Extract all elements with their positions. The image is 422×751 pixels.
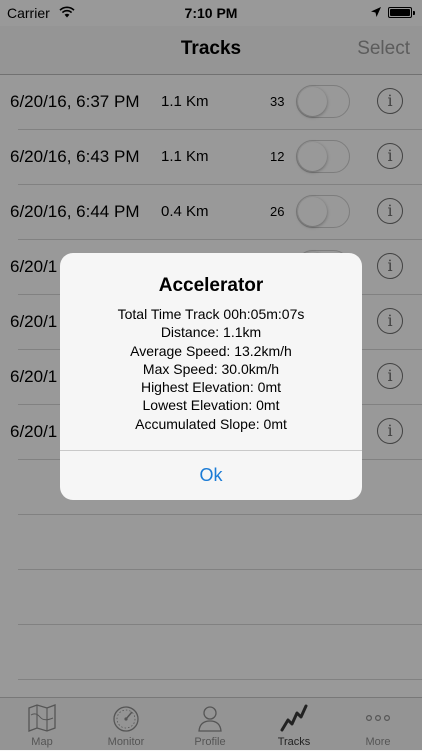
total-time-line: Total Time Track 00h:05m:07s bbox=[117, 306, 305, 322]
alert-title: Accelerator bbox=[158, 275, 264, 296]
lowest-elevation-line: Lowest Elevation: 0mt bbox=[142, 397, 280, 414]
accumulated-slope-line: Accumulated Slope: 0mt bbox=[135, 415, 287, 432]
ok-button[interactable]: Ok bbox=[60, 451, 362, 500]
tracks-screen: Carrier 7:10 PM Tracks Select 6/20/16, 6… bbox=[0, 0, 422, 751]
alert-message: Total Time Track 00h:05m:07s Distance: 1… bbox=[60, 305, 362, 433]
max-speed-line: Max Speed: 30.0km/h bbox=[142, 360, 280, 377]
track-details-alert: Accelerator Total Time Track 00h:05m:07s… bbox=[60, 253, 362, 500]
average-speed-line: Average Speed: 13.2km/h bbox=[130, 342, 292, 359]
distance-line: Distance: 1.1km bbox=[160, 324, 262, 341]
highest-elevation-line: Highest Elevation: 0mt bbox=[140, 379, 282, 396]
